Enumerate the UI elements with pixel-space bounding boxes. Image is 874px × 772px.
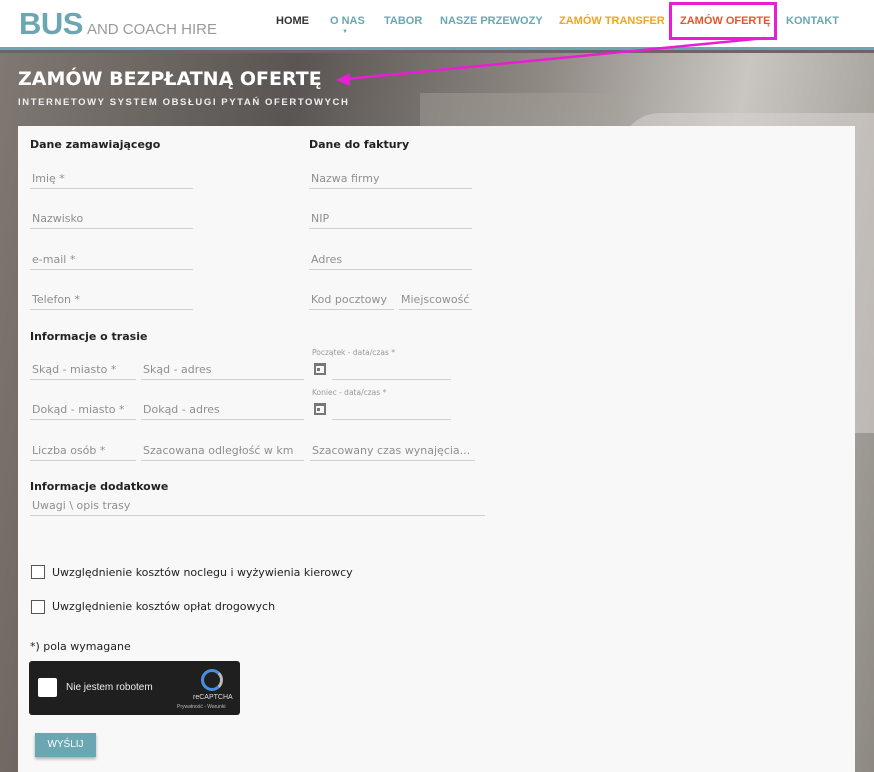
to-address-field[interactable]: Dokąd - adres — [141, 402, 304, 420]
first-name-field[interactable]: Imię * — [30, 171, 193, 189]
company-placeholder: Nazwa firmy — [311, 172, 380, 185]
recaptcha-widget: Nie jestem robotem reCAPTCHA Prywatność … — [29, 661, 240, 715]
distance-placeholder: Szacowana odległość w km — [143, 444, 294, 457]
logo-main-text: BUS — [19, 6, 83, 41]
address-field[interactable]: Adres — [309, 252, 472, 270]
recaptcha-checkbox[interactable] — [38, 678, 57, 697]
recaptcha-label: Nie jestem robotem — [66, 682, 153, 693]
end-datetime-field[interactable] — [332, 402, 451, 420]
address-placeholder: Adres — [311, 253, 343, 266]
section-invoice-title: Dane do faktury — [309, 138, 410, 151]
nav-home[interactable]: HOME — [276, 15, 309, 27]
to-city-field[interactable]: Dokąd - miasto * — [30, 402, 136, 420]
submit-button[interactable]: WYŚLIJ — [35, 733, 96, 757]
required-mark: * — [59, 172, 65, 185]
from-city-placeholder: Skąd - miasto — [32, 363, 108, 376]
nip-placeholder: NIP — [311, 212, 330, 225]
city-field[interactable]: Miejscowość — [399, 292, 472, 310]
required-mark: * — [99, 444, 106, 457]
nav-o-nas[interactable]: O NAS ▼ — [330, 15, 365, 35]
email-field[interactable]: e-mail * — [30, 252, 193, 270]
toll-cost-label: Uwzględnienie kosztów opłat drogowych — [52, 600, 276, 613]
nav-zamow-transfer[interactable]: ZAMÓW TRANSFER — [559, 15, 665, 27]
logo[interactable]: BUS AND COACH HIRE — [19, 6, 217, 42]
people-count-field[interactable]: Liczba osób * — [30, 443, 136, 461]
distance-field[interactable]: Szacowana odległość w km — [141, 443, 304, 461]
to-city-placeholder: Dokąd - miasto — [32, 403, 116, 416]
nav-nasze-przewozy[interactable]: NASZE PRZEWOZY — [440, 15, 543, 27]
nav-o-nas-label: O NAS — [330, 15, 365, 27]
city-placeholder: Miejscowość — [401, 293, 470, 306]
required-mark: * — [69, 253, 76, 266]
from-address-field[interactable]: Skąd - adres — [141, 362, 304, 380]
lodging-cost-label: Uwzględnienie kosztów noclegu i wyżywien… — [52, 566, 353, 579]
postal-code-placeholder: Kod pocztowy — [311, 293, 387, 306]
recaptcha-icon — [201, 669, 223, 691]
last-name-field[interactable]: Nazwisko — [30, 211, 193, 229]
email-placeholder: e-mail — [32, 253, 67, 266]
phone-field[interactable]: Telefon * — [30, 292, 193, 310]
required-mark: * — [119, 403, 125, 416]
company-field[interactable]: Nazwa firmy — [309, 171, 472, 189]
from-address-placeholder: Skąd - adres — [143, 363, 212, 376]
notes-field[interactable]: Uwagi \ opis trasy — [30, 498, 485, 516]
header-bar: BUS AND COACH HIRE HOME O NAS ▼ TABOR NASZ… — [0, 0, 874, 50]
lodging-cost-checkbox[interactable] — [31, 565, 45, 579]
logo-sub-text: AND COACH HIRE — [86, 21, 217, 38]
required-mark: * — [74, 293, 81, 306]
page-subtitle: INTERNETOWY SYSTEM OBSŁUGI PYTAŃ OFERTOW… — [18, 97, 350, 108]
nav-kontakt[interactable]: KONTAKT — [786, 15, 839, 27]
end-datetime-label: Koniec - data/czas * — [312, 388, 387, 397]
section-route-title: Informacje o trasie — [30, 330, 148, 343]
calendar-icon[interactable] — [314, 403, 326, 415]
nip-field[interactable]: NIP — [309, 211, 472, 229]
people-count-placeholder: Liczba osób — [32, 444, 97, 457]
start-datetime-field[interactable] — [332, 362, 451, 380]
required-mark: * — [110, 363, 117, 376]
first-name-placeholder: Imię — [32, 172, 56, 185]
recaptcha-terms[interactable]: Prywatność - Warunki — [177, 704, 225, 710]
notes-placeholder: Uwagi \ opis trasy — [32, 499, 131, 512]
section-customer-title: Dane zamawiającego — [30, 138, 161, 151]
from-city-field[interactable]: Skąd - miasto * — [30, 362, 136, 380]
calendar-icon[interactable] — [314, 363, 326, 375]
annotation-highlight-box — [669, 2, 777, 40]
rental-time-placeholder: Szacowany czas wynajęcia... — [312, 444, 471, 457]
phone-placeholder: Telefon — [32, 293, 72, 306]
recaptcha-brand: reCAPTCHA — [193, 694, 233, 701]
page-title: ZAMÓW BEZPŁATNĄ OFERTĘ — [18, 68, 322, 90]
chevron-down-icon: ▼ — [342, 29, 348, 35]
last-name-placeholder: Nazwisko — [32, 212, 84, 225]
to-address-placeholder: Dokąd - adres — [143, 403, 220, 416]
rental-time-field[interactable]: Szacowany czas wynajęcia... — [310, 443, 475, 461]
toll-cost-checkbox[interactable] — [31, 600, 45, 614]
postal-code-field[interactable]: Kod pocztowy — [309, 292, 394, 310]
start-datetime-label: Początek - data/czas * — [312, 348, 395, 357]
offer-form: Dane zamawiającego Dane do faktury Imię … — [18, 126, 855, 772]
required-fields-note: *) pola wymagane — [30, 640, 131, 653]
nav-tabor[interactable]: TABOR — [384, 15, 422, 27]
section-extra-title: Informacje dodatkowe — [30, 480, 169, 493]
